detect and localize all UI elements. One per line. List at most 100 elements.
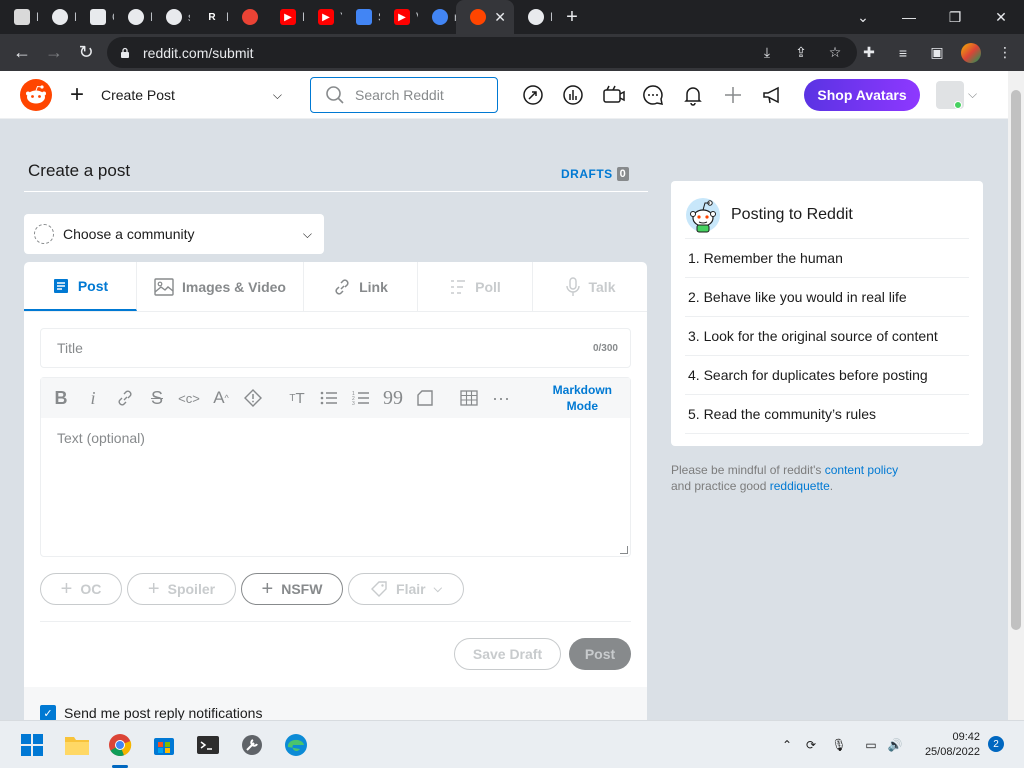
edge-icon[interactable]: [280, 729, 312, 761]
tab-images-video[interactable]: Images & Video: [137, 262, 304, 311]
stats-icon[interactable]: [558, 81, 588, 109]
close-window-button[interactable]: ✕: [978, 0, 1024, 34]
italic-icon[interactable]: i: [77, 382, 109, 414]
tab-talk-label: Talk: [588, 278, 616, 295]
browser-tab[interactable]: [228, 0, 266, 34]
install-icon[interactable]: ⤓: [756, 42, 778, 64]
chevron-up-icon[interactable]: ⌃: [775, 733, 799, 757]
resize-handle[interactable]: [620, 546, 628, 554]
browser-tab[interactable]: Stre: [342, 0, 380, 34]
link-icon[interactable]: [109, 382, 141, 414]
more-icon[interactable]: ···: [485, 382, 517, 414]
chrome-icon[interactable]: [104, 729, 136, 761]
table-icon[interactable]: [453, 382, 485, 414]
notion-icon: [14, 9, 30, 25]
content-policy-link[interactable]: content policy: [825, 463, 898, 477]
profile-avatar[interactable]: [960, 42, 982, 64]
microphone-icon[interactable]: 🎙: [827, 733, 851, 757]
bulleted-list-icon[interactable]: [313, 382, 345, 414]
choose-community-dropdown[interactable]: Choose a community ⌵: [24, 214, 324, 254]
close-tab-icon[interactable]: ✕: [494, 9, 506, 26]
save-draft-button[interactable]: Save Draft: [454, 638, 561, 670]
browser-tab[interactable]: ▶Vid: [380, 0, 418, 34]
network-icon[interactable]: ▭: [859, 733, 883, 757]
extensions-icon[interactable]: ✚: [858, 42, 880, 64]
search-box[interactable]: [310, 77, 498, 113]
rich-text-editor[interactable]: B i S <c> A ^ TT 123 99 ··· Markdown Mode: [40, 377, 631, 557]
tab-link[interactable]: Link: [304, 262, 418, 311]
bold-icon[interactable]: B: [45, 382, 77, 414]
markdown-mode-button[interactable]: Markdown Mode: [553, 382, 612, 414]
scrollbar-thumb[interactable]: [1011, 90, 1021, 630]
popular-icon[interactable]: [518, 81, 548, 109]
browser-tab[interactable]: ▶You: [304, 0, 342, 34]
browser-tab[interactable]: RR: [190, 0, 228, 34]
notification-count-badge[interactable]: 2: [988, 736, 1004, 752]
tools-icon[interactable]: [236, 729, 268, 761]
reload-button[interactable]: ↻: [70, 37, 102, 69]
user-menu-chevron-icon[interactable]: ⌵: [968, 87, 977, 102]
svg-text:3: 3: [352, 401, 355, 406]
tab-poll[interactable]: Poll: [418, 262, 533, 311]
back-button[interactable]: ←: [6, 37, 38, 69]
browser-tab[interactable]: Hor: [0, 0, 38, 34]
spoiler-label: Spoiler: [167, 581, 216, 597]
checkmark-icon[interactable]: ✓: [40, 705, 56, 720]
address-bar[interactable]: reddit.com/submit: [107, 37, 857, 68]
terminal-icon[interactable]: [192, 729, 224, 761]
tab-search-chevron-icon[interactable]: ⌄: [840, 0, 886, 34]
new-tab-button[interactable]: +: [560, 6, 584, 29]
inline-code-icon[interactable]: <c>: [173, 382, 205, 414]
notification-bell-icon[interactable]: [678, 81, 708, 109]
quote-block-icon[interactable]: 99: [377, 382, 409, 414]
numbered-list-icon[interactable]: 123: [345, 382, 377, 414]
reply-notification-checkbox[interactable]: ✓ Send me post reply notifications: [40, 705, 262, 720]
advertise-megaphone-icon[interactable]: [758, 81, 788, 109]
spoiler-tag-button[interactable]: + Spoiler: [127, 573, 236, 605]
sync-icon[interactable]: ⟳: [799, 733, 823, 757]
side-panel-icon[interactable]: ▣: [926, 42, 948, 64]
browser-tab[interactable]: sen: [152, 0, 190, 34]
browser-tab[interactable]: ran: [418, 0, 456, 34]
media-control-icon[interactable]: ≡: [892, 42, 914, 64]
volume-icon[interactable]: 🔊: [883, 733, 907, 757]
store-icon[interactable]: [148, 729, 180, 761]
chat-icon[interactable]: [638, 81, 668, 109]
drafts-button[interactable]: DRAFTS 0: [561, 167, 630, 181]
create-plus-icon[interactable]: [718, 81, 748, 109]
browser-tab[interactable]: ✕: [456, 0, 514, 34]
oc-tag-button[interactable]: + OC: [40, 573, 122, 605]
browser-tab[interactable]: Dov: [38, 0, 76, 34]
strikethrough-icon[interactable]: S: [141, 382, 173, 414]
tab-talk[interactable]: Talk: [533, 262, 647, 311]
file-explorer-icon[interactable]: [61, 729, 93, 761]
superscript-icon[interactable]: A ^: [205, 382, 237, 414]
title-field[interactable]: 0/300: [40, 328, 631, 368]
create-post-dropdown[interactable]: + Create Post ⌵: [70, 79, 282, 111]
browser-tab[interactable]: Not: [114, 0, 152, 34]
forward-button[interactable]: →: [38, 37, 70, 69]
flair-button[interactable]: Flair ⌵: [348, 573, 464, 605]
system-clock[interactable]: 09:42 25/08/2022: [905, 730, 980, 760]
browser-tab[interactable]: ▶Pho: [266, 0, 304, 34]
browser-tab[interactable]: Chr: [76, 0, 114, 34]
title-input[interactable]: [57, 340, 557, 356]
spoiler-icon[interactable]: [237, 382, 269, 414]
reddit-logo-icon[interactable]: [20, 79, 52, 111]
chrome-menu-icon[interactable]: ⋮: [994, 42, 1016, 64]
nsfw-tag-button[interactable]: + NSFW: [241, 573, 343, 605]
share-icon[interactable]: ⇪: [790, 42, 812, 64]
reddiquette-link[interactable]: reddiquette: [770, 479, 830, 493]
video-icon[interactable]: [598, 81, 628, 109]
post-button[interactable]: Post: [569, 638, 631, 670]
windows-start-icon[interactable]: [16, 729, 48, 761]
bookmark-star-icon[interactable]: ☆: [824, 42, 846, 64]
code-block-icon[interactable]: [409, 382, 441, 414]
browser-tab[interactable]: E2C: [514, 0, 552, 34]
tab-post[interactable]: Post: [24, 262, 137, 311]
minimize-button[interactable]: —: [886, 0, 932, 34]
restore-button[interactable]: ❐: [932, 0, 978, 34]
search-input[interactable]: [355, 87, 485, 103]
shop-avatars-button[interactable]: Shop Avatars: [804, 79, 920, 111]
heading-icon[interactable]: TT: [281, 382, 313, 414]
